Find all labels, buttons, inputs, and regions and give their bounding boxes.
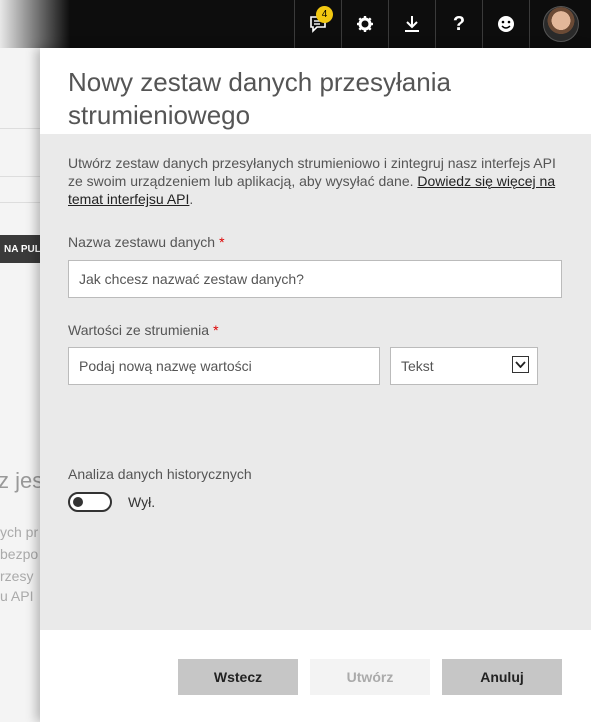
panel-title: Nowy zestaw danych przesyłania strumieni… [68, 67, 451, 130]
top-bar: 4 ? [0, 0, 591, 48]
background-heading: z jes [0, 468, 44, 493]
notifications-button[interactable]: 4 [294, 0, 341, 48]
value-type-selected: Tekst [401, 358, 434, 374]
description-end: . [189, 191, 194, 207]
notifications-count-badge: 4 [316, 6, 333, 23]
required-marker: * [213, 322, 219, 338]
background-text-line: u API [0, 588, 34, 604]
panel-header: Nowy zestaw danych przesyłania strumieni… [40, 48, 591, 134]
value-type-select[interactable]: Tekst [390, 347, 538, 385]
new-streaming-dataset-panel: Nowy zestaw danych przesyłania strumieni… [40, 48, 591, 722]
historic-analysis-state: Wył. [128, 494, 156, 510]
dataset-name-label-text: Nazwa zestawu danych [68, 234, 216, 250]
chevron-down-icon[interactable] [512, 356, 529, 373]
historic-analysis-toggle[interactable] [68, 492, 112, 512]
back-button[interactable]: Wstecz [178, 659, 298, 695]
background-text-line: ych pr [0, 524, 39, 540]
user-avatar [542, 6, 579, 42]
stream-values-label-text: Wartości ze strumienia [68, 322, 210, 338]
panel-footer: Wstecz Utwórz Anuluj [40, 630, 591, 722]
download-icon [404, 15, 420, 33]
background-text-line: rzesy [0, 568, 34, 584]
panel-body: Utwórz zestaw danych przesyłanych strumi… [40, 134, 591, 630]
dataset-name-label: Nazwa zestawu danych * [68, 234, 225, 250]
value-name-input[interactable]: Podaj nową nazwę wartości [68, 347, 380, 385]
feedback-button[interactable] [482, 0, 529, 48]
feedback-smiley-icon [497, 15, 515, 33]
help-icon: ? [452, 12, 466, 35]
help-button[interactable]: ? [435, 0, 482, 48]
toggle-knob [73, 497, 83, 507]
download-button[interactable] [388, 0, 435, 48]
settings-icon [356, 15, 374, 33]
historic-analysis-label: Analiza danych historycznych [68, 466, 252, 482]
background-text-line: bezpo [0, 546, 39, 562]
settings-button[interactable] [341, 0, 388, 48]
user-profile-button[interactable] [529, 0, 591, 48]
required-marker: * [219, 234, 225, 250]
create-button[interactable]: Utwórz [310, 659, 430, 695]
dataset-name-input[interactable]: Jak chcesz nazwać zestaw danych? [68, 260, 562, 298]
stream-values-label: Wartości ze strumienia * [68, 322, 219, 338]
panel-description: Utwórz zestaw danych przesyłanych strumi… [68, 154, 563, 208]
top-bar-fade [0, 0, 70, 48]
cancel-button[interactable]: Anuluj [442, 659, 562, 695]
